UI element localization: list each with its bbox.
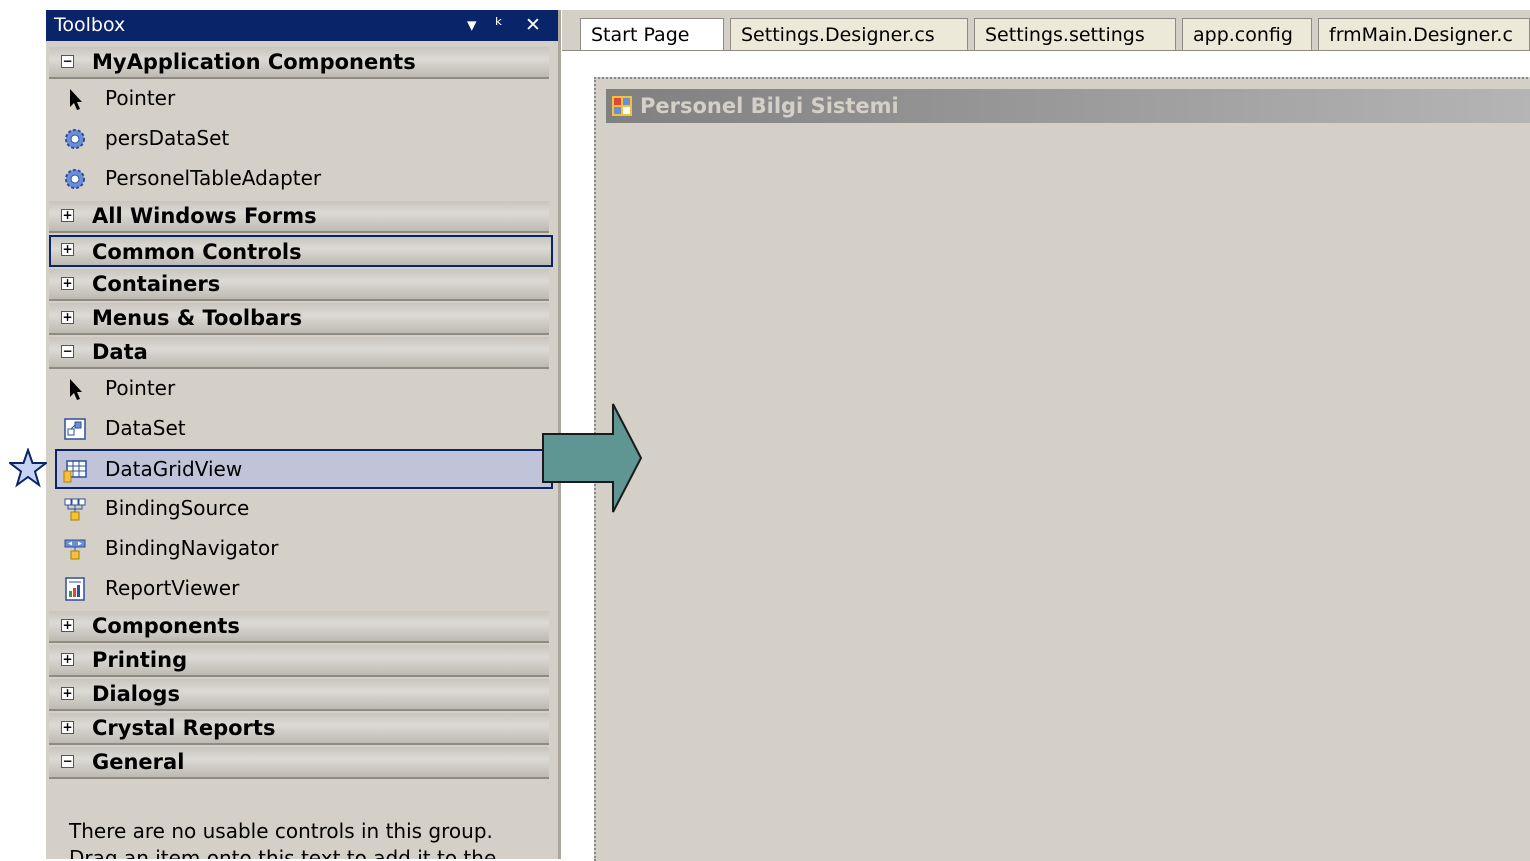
toolbox-item-datagridview[interactable]: DataGridView <box>49 449 553 489</box>
group-containers[interactable]: + Containers <box>49 269 549 301</box>
pointer-icon <box>70 379 82 400</box>
group-printing[interactable]: + Printing <box>49 645 549 677</box>
collapse-icon[interactable]: − <box>61 55 74 68</box>
toolbox-item-reportviewer[interactable]: ReportViewer <box>49 569 549 607</box>
general-empty-message[interactable]: There are no usable controls in this gro… <box>69 818 539 859</box>
expand-icon[interactable]: + <box>61 277 74 290</box>
tab-app-config[interactable]: app.config <box>1182 18 1312 50</box>
star-marker-icon <box>9 448 47 488</box>
form-icon <box>612 96 632 116</box>
group-all-windows-forms[interactable]: + All Windows Forms <box>49 201 549 233</box>
tab-frmmain-designer[interactable]: frmMain.Designer.c <box>1318 18 1530 50</box>
group-dialogs[interactable]: + Dialogs <box>49 679 549 711</box>
component-gear-icon <box>65 169 85 189</box>
group-data[interactable]: − Data <box>49 337 549 369</box>
expand-icon[interactable]: + <box>61 209 74 222</box>
expand-icon[interactable]: + <box>61 721 74 734</box>
group-common-controls[interactable]: + Common Controls <box>49 235 553 267</box>
reportviewer-icon <box>65 577 85 601</box>
document-area: Start Page Settings.Designer.cs Settings… <box>562 10 1530 861</box>
designer-surface[interactable]: Personel Bilgi Sistemi <box>562 51 1530 861</box>
toolbox-panel: Toolbox ▾ ᵏ ✕ − MyApplication Components… <box>46 10 561 859</box>
group-menus-toolbars[interactable]: + Menus & Toolbars <box>49 303 549 335</box>
tab-settings-designer-cs[interactable]: Settings.Designer.cs <box>730 18 968 50</box>
bindingnavigator-icon <box>64 539 86 560</box>
group-components[interactable]: + Components <box>49 611 549 643</box>
datagridview-icon <box>63 460 87 483</box>
pin-icon[interactable]: ᵏ <box>495 10 503 41</box>
toolbox-item-dataset[interactable]: DataSet <box>49 409 549 447</box>
dropdown-icon[interactable]: ▾ <box>467 10 477 41</box>
expand-icon[interactable]: + <box>61 653 74 666</box>
collapse-icon[interactable]: − <box>61 755 74 768</box>
tab-settings-settings[interactable]: Settings.settings <box>974 18 1176 50</box>
group-crystal-reports[interactable]: + Crystal Reports <box>49 713 549 745</box>
expand-icon[interactable]: + <box>61 243 74 256</box>
toolbox-item-bindingsource[interactable]: BindingSource <box>49 489 549 527</box>
form-title: Personel Bilgi Sistemi <box>640 94 899 118</box>
toolbox-item-pointer[interactable]: Pointer <box>49 79 549 117</box>
tab-start-page[interactable]: Start Page <box>580 18 724 50</box>
expand-icon[interactable]: + <box>61 619 74 632</box>
toolbox-item-pointer[interactable]: Pointer <box>49 369 549 407</box>
group-general[interactable]: − General <box>49 747 549 779</box>
drag-arrow-icon <box>542 403 643 513</box>
toolbox-item-bindingnavigator[interactable]: BindingNavigator <box>49 529 549 567</box>
close-icon[interactable]: ✕ <box>525 10 541 41</box>
expand-icon[interactable]: + <box>61 311 74 324</box>
bindingsource-icon <box>64 498 86 521</box>
collapse-icon[interactable]: − <box>61 345 74 358</box>
group-myapplication-components[interactable]: − MyApplication Components <box>49 47 549 79</box>
expand-icon[interactable]: + <box>61 687 74 700</box>
pointer-icon <box>70 89 82 110</box>
dataset-icon <box>64 418 86 440</box>
form-frmmain[interactable]: Personel Bilgi Sistemi <box>594 77 1530 861</box>
component-gear-icon <box>65 129 85 149</box>
toolbox-item-persdataset[interactable]: persDataSet <box>49 119 549 157</box>
toolbox-item-personeltableadapter[interactable]: PersonelTableAdapter <box>49 159 549 197</box>
form-titlebar[interactable]: Personel Bilgi Sistemi <box>606 89 1530 123</box>
toolbox-titlebar: Toolbox ▾ ᵏ ✕ <box>46 10 558 41</box>
toolbox-title: Toolbox <box>54 14 126 36</box>
document-tabstrip: Start Page Settings.Designer.cs Settings… <box>562 10 1530 51</box>
